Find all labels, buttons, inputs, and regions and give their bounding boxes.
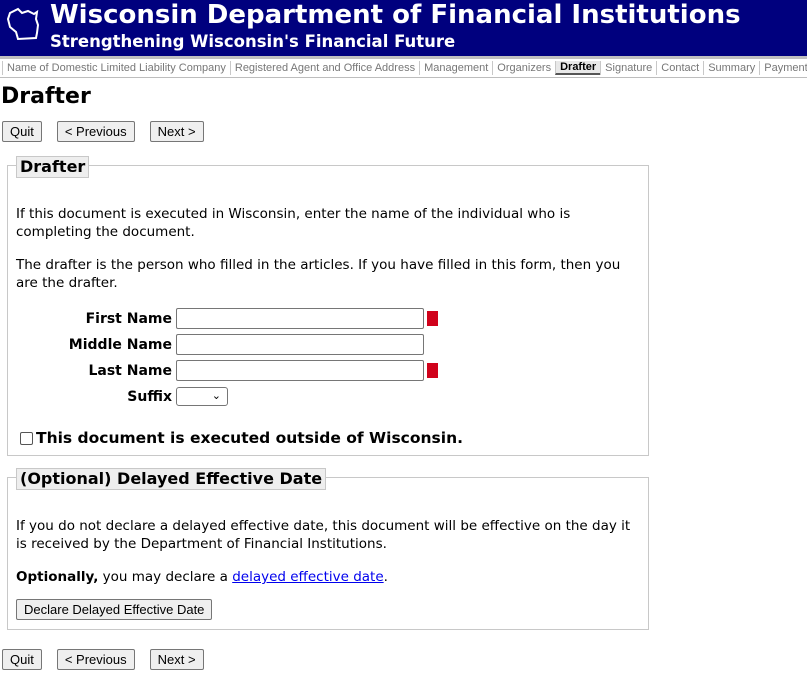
previous-button[interactable]: < Previous: [56, 121, 135, 142]
nav-step-drafter[interactable]: Drafter: [555, 61, 601, 75]
delayed-date-legend: (Optional) Delayed Effective Date: [16, 468, 327, 490]
middle-name-row: Middle Name: [8, 334, 424, 355]
period: .: [383, 569, 388, 585]
suffix-select[interactable]: ⌄: [176, 387, 228, 406]
step-navigation: Name of Domestic Limited Liability Compa…: [0, 56, 807, 78]
last-name-input[interactable]: [176, 360, 424, 381]
nav-step-contact[interactable]: Contact: [656, 61, 703, 75]
required-marker: [427, 363, 438, 378]
first-name-input[interactable]: [176, 308, 424, 329]
delayed-date-info: If you do not declare a delayed effectiv…: [16, 518, 631, 552]
chevron-down-icon: ⌄: [211, 389, 221, 402]
quit-button[interactable]: Quit: [2, 649, 42, 670]
last-name-row: Last Name: [8, 360, 438, 381]
outside-wisconsin-checkbox[interactable]: [20, 431, 33, 445]
delayed-date-fieldset: (Optional) Delayed Effective Date If you…: [7, 468, 649, 630]
next-button[interactable]: Next >: [149, 121, 204, 142]
optional-text: you may declare a: [98, 569, 233, 585]
drafter-instructions: If this document is executed in Wisconsi…: [16, 206, 571, 240]
outside-wisconsin-option[interactable]: This document is executed outside of Wis…: [20, 429, 463, 447]
outside-wisconsin-label[interactable]: This document is executed outside of Wis…: [36, 429, 463, 447]
wisconsin-outline-icon: [6, 7, 40, 41]
delayed-date-optional-text: Optionally, you may declare a delayed ef…: [16, 568, 640, 586]
drafter-definition: The drafter is the person who filled in …: [16, 257, 621, 291]
first-name-row: First Name: [8, 308, 438, 329]
nav-step-summary[interactable]: Summary: [703, 61, 759, 75]
optionally-label: Optionally,: [16, 569, 99, 585]
nav-step-management[interactable]: Management: [419, 61, 492, 75]
first-name-label: First Name: [85, 310, 172, 327]
middle-name-input[interactable]: [176, 334, 424, 355]
nav-step-organizers[interactable]: Organizers: [492, 61, 555, 75]
nav-step-registered-agent[interactable]: Registered Agent and Office Address: [229, 61, 419, 75]
page-title: Drafter: [1, 84, 91, 109]
banner-title: Wisconsin Department of Financial Instit…: [50, 0, 741, 30]
drafter-fieldset: Drafter If this document is executed in …: [7, 156, 649, 456]
site-banner: Wisconsin Department of Financial Instit…: [0, 0, 807, 56]
nav-step-name[interactable]: Name of Domestic Limited Liability Compa…: [2, 61, 230, 75]
suffix-row: Suffix ⌄: [8, 387, 228, 406]
suffix-label: Suffix: [127, 388, 172, 405]
top-button-row: Quit < Previous Next >: [2, 121, 219, 142]
nav-step-signature[interactable]: Signature: [600, 61, 656, 75]
last-name-label: Last Name: [88, 362, 172, 379]
next-button[interactable]: Next >: [149, 649, 204, 670]
drafter-legend: Drafter: [16, 156, 90, 178]
bottom-button-row: Quit < Previous Next >: [2, 649, 219, 670]
declare-delayed-date-button[interactable]: Declare Delayed Effective Date: [16, 599, 213, 620]
required-marker: [427, 311, 438, 326]
middle-name-label: Middle Name: [68, 336, 172, 353]
delayed-effective-date-link[interactable]: delayed effective date: [232, 569, 383, 585]
banner-subtitle: Strengthening Wisconsin's Financial Futu…: [50, 32, 456, 51]
nav-step-payment[interactable]: Payment: [759, 61, 807, 75]
quit-button[interactable]: Quit: [2, 121, 42, 142]
previous-button[interactable]: < Previous: [56, 649, 135, 670]
